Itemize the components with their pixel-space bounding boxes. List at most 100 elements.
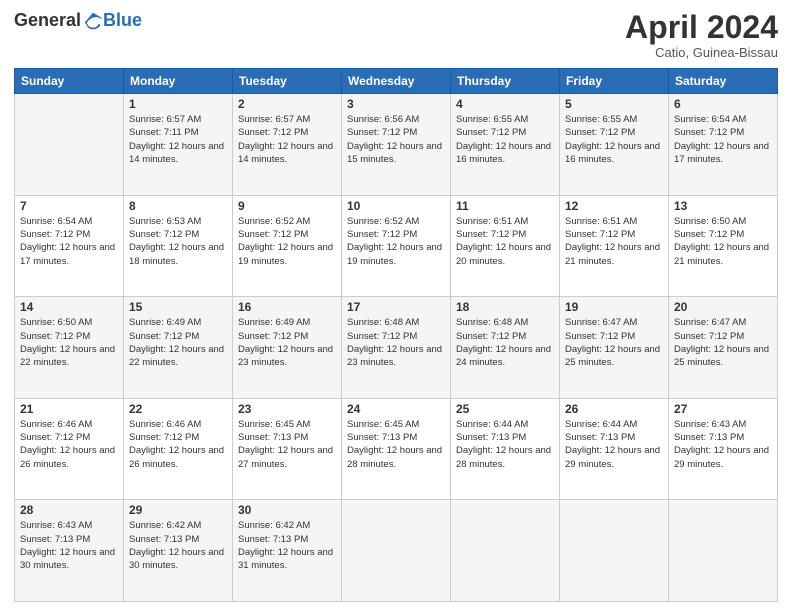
day-info: Sunrise: 6:55 AMSunset: 7:12 PMDaylight:… bbox=[565, 113, 663, 166]
calendar-cell: 30 Sunrise: 6:42 AMSunset: 7:13 PMDayligh… bbox=[233, 500, 342, 602]
calendar-cell: 27Sunrise: 6:43 AMSunset: 7:13 PMDayligh… bbox=[669, 398, 778, 500]
day-number: 18 bbox=[456, 300, 554, 314]
calendar-cell bbox=[342, 500, 451, 602]
weekday-header: Saturday bbox=[669, 69, 778, 94]
day-info: Sunrise: 6:56 AMSunset: 7:12 PMDaylight:… bbox=[347, 113, 445, 166]
calendar-cell: 9Sunrise: 6:52 AMSunset: 7:12 PMDaylight… bbox=[233, 195, 342, 297]
day-number: 12 bbox=[565, 199, 663, 213]
day-info: Sunrise: 6:44 AMSunset: 7:13 PMDaylight:… bbox=[456, 418, 554, 471]
day-number: 17 bbox=[347, 300, 445, 314]
day-number: 13 bbox=[674, 199, 772, 213]
day-number: 14 bbox=[20, 300, 118, 314]
calendar-cell: 28Sunrise: 6:43 AMSunset: 7:13 PMDayligh… bbox=[15, 500, 124, 602]
calendar-week-row: 7 Sunrise: 6:54 AMSunset: 7:12 PMDaylight… bbox=[15, 195, 778, 297]
day-info: Sunrise: 6:43 AMSunset: 7:13 PMDaylight:… bbox=[674, 418, 772, 471]
calendar-table: SundayMondayTuesdayWednesdayThursdayFrid… bbox=[14, 68, 778, 602]
weekday-header: Monday bbox=[124, 69, 233, 94]
day-info: Sunrise: 6:46 AMSunset: 7:12 PMDaylight:… bbox=[20, 418, 118, 471]
day-number: 25 bbox=[456, 402, 554, 416]
day-info: Sunrise: 6:42 AMSunset: 7:13 PMDaylight:… bbox=[129, 519, 227, 572]
calendar-cell: 20Sunrise: 6:47 AMSunset: 7:12 PMDayligh… bbox=[669, 297, 778, 399]
day-number: 15 bbox=[129, 300, 227, 314]
calendar-cell: 6Sunrise: 6:54 AMSunset: 7:12 PMDaylight… bbox=[669, 94, 778, 196]
day-number: 26 bbox=[565, 402, 663, 416]
calendar-cell: 17Sunrise: 6:48 AMSunset: 7:12 PMDayligh… bbox=[342, 297, 451, 399]
calendar-cell: 18 Sunrise: 6:48 AMSunset: 7:12 PMDayligh… bbox=[451, 297, 560, 399]
calendar-cell: 10 Sunrise: 6:52 AMSunset: 7:12 PMDayligh… bbox=[342, 195, 451, 297]
day-info: Sunrise: 6:47 AMSunset: 7:12 PMDaylight:… bbox=[565, 316, 663, 369]
day-number: 9 bbox=[238, 199, 336, 213]
calendar-cell: 26 Sunrise: 6:44 AMSunset: 7:13 PMDayligh… bbox=[560, 398, 669, 500]
day-info: Sunrise: 6:43 AMSunset: 7:13 PMDaylight:… bbox=[20, 519, 118, 572]
calendar-cell bbox=[15, 94, 124, 196]
logo: General Blue bbox=[14, 10, 142, 31]
day-number: 30 bbox=[238, 503, 336, 517]
day-info: Sunrise: 6:54 AMSunset: 7:12 PMDaylight:… bbox=[674, 113, 772, 166]
calendar-cell: 1 Sunrise: 6:57 AMSunset: 7:11 PMDaylight… bbox=[124, 94, 233, 196]
day-number: 11 bbox=[456, 199, 554, 213]
calendar-cell: 24Sunrise: 6:45 AMSunset: 7:13 PMDayligh… bbox=[342, 398, 451, 500]
logo-general-text: General bbox=[14, 10, 81, 31]
day-info: Sunrise: 6:55 AMSunset: 7:12 PMDaylight:… bbox=[456, 113, 554, 166]
calendar-week-row: 28Sunrise: 6:43 AMSunset: 7:13 PMDayligh… bbox=[15, 500, 778, 602]
weekday-header: Wednesday bbox=[342, 69, 451, 94]
day-info: Sunrise: 6:57 AMSunset: 7:11 PMDaylight:… bbox=[129, 113, 227, 166]
day-info: Sunrise: 6:49 AMSunset: 7:12 PMDaylight:… bbox=[129, 316, 227, 369]
calendar-cell: 23Sunrise: 6:45 AMSunset: 7:13 PMDayligh… bbox=[233, 398, 342, 500]
day-info: Sunrise: 6:49 AMSunset: 7:12 PMDaylight:… bbox=[238, 316, 336, 369]
day-info: Sunrise: 6:54 AMSunset: 7:12 PMDaylight:… bbox=[20, 215, 118, 268]
day-info: Sunrise: 6:51 AMSunset: 7:12 PMDaylight:… bbox=[456, 215, 554, 268]
day-number: 8 bbox=[129, 199, 227, 213]
day-number: 2 bbox=[238, 97, 336, 111]
calendar-cell bbox=[451, 500, 560, 602]
day-number: 20 bbox=[674, 300, 772, 314]
day-info: Sunrise: 6:45 AMSunset: 7:13 PMDaylight:… bbox=[347, 418, 445, 471]
day-number: 19 bbox=[565, 300, 663, 314]
day-info: Sunrise: 6:48 AMSunset: 7:12 PMDaylight:… bbox=[456, 316, 554, 369]
logo-blue-text: Blue bbox=[103, 10, 142, 31]
calendar-week-row: 21 Sunrise: 6:46 AMSunset: 7:12 PMDayligh… bbox=[15, 398, 778, 500]
calendar-week-row: 14 Sunrise: 6:50 AMSunset: 7:12 PMDayligh… bbox=[15, 297, 778, 399]
page: General Blue April 2024 Catio, Guinea-Bi… bbox=[0, 0, 792, 612]
calendar-cell: 8 Sunrise: 6:53 AMSunset: 7:12 PMDaylight… bbox=[124, 195, 233, 297]
calendar-cell: 14 Sunrise: 6:50 AMSunset: 7:12 PMDayligh… bbox=[15, 297, 124, 399]
day-number: 5 bbox=[565, 97, 663, 111]
day-info: Sunrise: 6:50 AMSunset: 7:12 PMDaylight:… bbox=[20, 316, 118, 369]
calendar-cell: 3 Sunrise: 6:56 AMSunset: 7:12 PMDaylight… bbox=[342, 94, 451, 196]
calendar-cell: 2Sunrise: 6:57 AMSunset: 7:12 PMDaylight… bbox=[233, 94, 342, 196]
calendar-cell: 16 Sunrise: 6:49 AMSunset: 7:12 PMDayligh… bbox=[233, 297, 342, 399]
day-number: 21 bbox=[20, 402, 118, 416]
calendar-cell: 25 Sunrise: 6:44 AMSunset: 7:13 PMDayligh… bbox=[451, 398, 560, 500]
header-row: SundayMondayTuesdayWednesdayThursdayFrid… bbox=[15, 69, 778, 94]
weekday-header: Tuesday bbox=[233, 69, 342, 94]
calendar-cell bbox=[669, 500, 778, 602]
calendar-cell: 7 Sunrise: 6:54 AMSunset: 7:12 PMDaylight… bbox=[15, 195, 124, 297]
day-number: 16 bbox=[238, 300, 336, 314]
day-info: Sunrise: 6:52 AMSunset: 7:12 PMDaylight:… bbox=[347, 215, 445, 268]
day-number: 23 bbox=[238, 402, 336, 416]
header: General Blue April 2024 Catio, Guinea-Bi… bbox=[14, 10, 778, 60]
day-info: Sunrise: 6:53 AMSunset: 7:12 PMDaylight:… bbox=[129, 215, 227, 268]
calendar-cell: 19 Sunrise: 6:47 AMSunset: 7:12 PMDayligh… bbox=[560, 297, 669, 399]
location-subtitle: Catio, Guinea-Bissau bbox=[625, 45, 778, 60]
calendar-cell: 12Sunrise: 6:51 AMSunset: 7:12 PMDayligh… bbox=[560, 195, 669, 297]
day-number: 1 bbox=[129, 97, 227, 111]
day-number: 29 bbox=[129, 503, 227, 517]
day-info: Sunrise: 6:50 AMSunset: 7:12 PMDaylight:… bbox=[674, 215, 772, 268]
month-title: April 2024 bbox=[625, 10, 778, 45]
calendar-cell: 4 Sunrise: 6:55 AMSunset: 7:12 PMDaylight… bbox=[451, 94, 560, 196]
calendar-cell: 21 Sunrise: 6:46 AMSunset: 7:12 PMDayligh… bbox=[15, 398, 124, 500]
day-number: 4 bbox=[456, 97, 554, 111]
logo-icon bbox=[83, 11, 103, 31]
day-info: Sunrise: 6:46 AMSunset: 7:12 PMDaylight:… bbox=[129, 418, 227, 471]
calendar-week-row: 1 Sunrise: 6:57 AMSunset: 7:11 PMDaylight… bbox=[15, 94, 778, 196]
day-number: 7 bbox=[20, 199, 118, 213]
weekday-header: Sunday bbox=[15, 69, 124, 94]
day-info: Sunrise: 6:42 AMSunset: 7:13 PMDaylight:… bbox=[238, 519, 336, 572]
calendar-cell: 22Sunrise: 6:46 AMSunset: 7:12 PMDayligh… bbox=[124, 398, 233, 500]
day-number: 10 bbox=[347, 199, 445, 213]
day-info: Sunrise: 6:44 AMSunset: 7:13 PMDaylight:… bbox=[565, 418, 663, 471]
calendar-cell: 15 Sunrise: 6:49 AMSunset: 7:12 PMDayligh… bbox=[124, 297, 233, 399]
day-number: 3 bbox=[347, 97, 445, 111]
calendar-cell: 5 Sunrise: 6:55 AMSunset: 7:12 PMDaylight… bbox=[560, 94, 669, 196]
